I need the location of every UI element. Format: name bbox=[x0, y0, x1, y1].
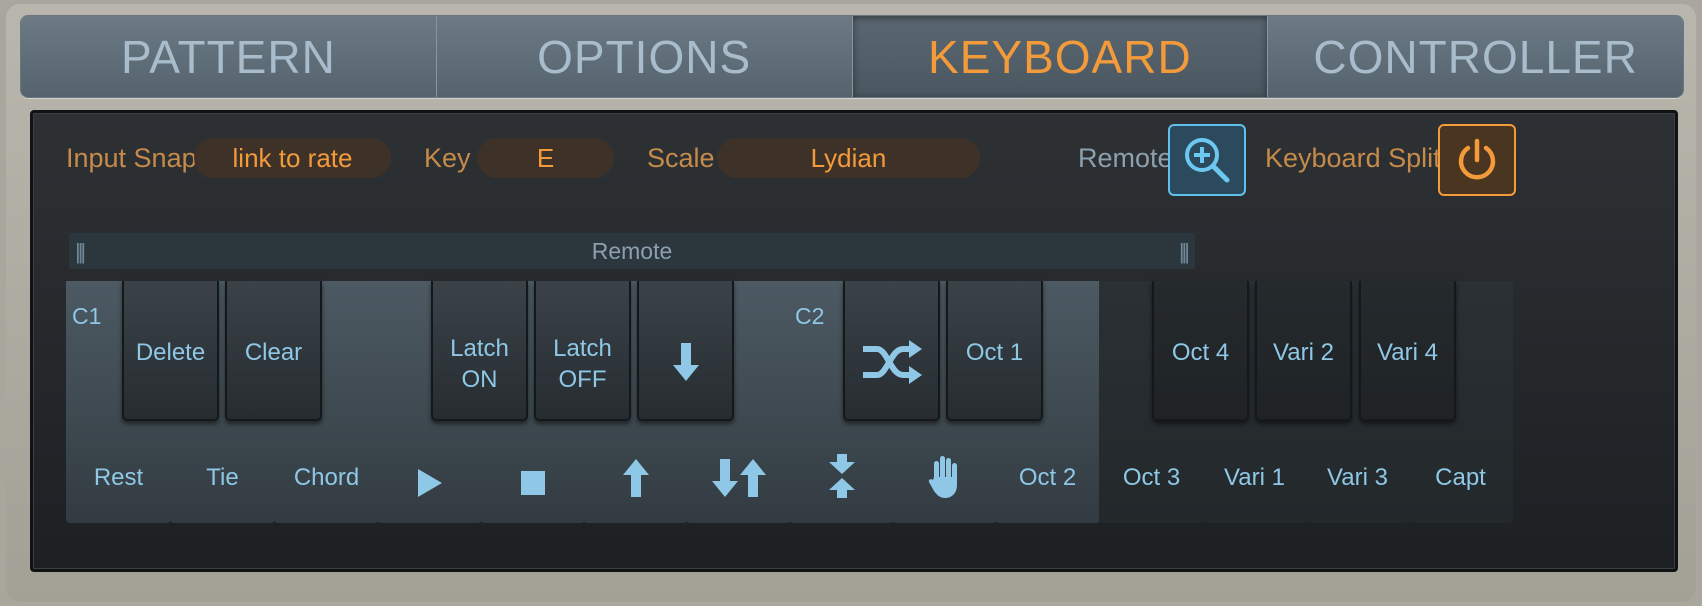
key-label: Oct 1 bbox=[965, 339, 1024, 366]
key-label: Vari 2 bbox=[1273, 339, 1334, 366]
key-label-line2: ON bbox=[461, 366, 498, 393]
key-label: Capt bbox=[1435, 464, 1486, 491]
keyboard-split-button[interactable] bbox=[1438, 124, 1516, 196]
arrow-down-icon bbox=[672, 343, 699, 381]
right-drag-handle[interactable]: ||| bbox=[1179, 239, 1190, 265]
note-label-c1: C1 bbox=[72, 303, 102, 329]
key-label-line2: OFF bbox=[558, 366, 607, 393]
key-label: Oct 4 bbox=[1171, 339, 1230, 366]
remote-zoom-button[interactable] bbox=[1168, 124, 1246, 196]
keyboard-split-label: Keyboard Split bbox=[1265, 143, 1441, 173]
hand-icon bbox=[928, 456, 957, 498]
key-label: Rest bbox=[93, 464, 144, 491]
key-label: Chord bbox=[293, 464, 360, 491]
tab-controller[interactable]: CONTROLLER bbox=[1268, 16, 1683, 97]
key-latch-off[interactable]: Latch OFF bbox=[534, 281, 631, 421]
key-vari-4[interactable]: Vari 4 bbox=[1359, 281, 1456, 421]
key-label-line1: Latch bbox=[553, 335, 612, 362]
remote-range-bar[interactable]: ||| Remote ||| bbox=[69, 233, 1195, 269]
shuffle-icon bbox=[862, 340, 922, 384]
key-label: Vari 3 bbox=[1327, 464, 1388, 491]
key-label: Clear bbox=[244, 339, 303, 366]
arrows-down-up-icon bbox=[711, 459, 766, 497]
tab-bar: PATTERN OPTIONS KEYBOARD CONTROLLER bbox=[20, 15, 1684, 98]
key-oct-4[interactable]: Oct 4 bbox=[1152, 281, 1249, 421]
key-latch-on[interactable]: Latch ON bbox=[431, 281, 528, 421]
key-oct-1[interactable]: Oct 1 bbox=[946, 281, 1043, 421]
key-label: Vari 4 bbox=[1377, 339, 1438, 366]
tab-keyboard[interactable]: KEYBOARD bbox=[852, 16, 1269, 97]
key-label: Oct 3 bbox=[1122, 464, 1181, 491]
remote-label: Remote bbox=[1078, 143, 1173, 173]
key-label: Delete bbox=[135, 339, 206, 366]
input-snap-select[interactable]: link to rate bbox=[194, 138, 391, 178]
scale-label: Scale bbox=[647, 143, 715, 173]
key-clear[interactable]: Clear bbox=[225, 281, 322, 421]
remote-bar-label: Remote bbox=[591, 237, 673, 264]
arrows-converge-icon bbox=[828, 454, 855, 498]
key-label: Key bbox=[424, 143, 471, 173]
key-arrow-down[interactable] bbox=[637, 281, 734, 421]
key-select[interactable]: E bbox=[477, 138, 614, 178]
keyboard-panel: Input Snap link to rate Key E Scale Lydi… bbox=[30, 110, 1678, 572]
play-icon bbox=[417, 469, 442, 497]
key-label: Oct 2 bbox=[1018, 464, 1077, 491]
zoom-in-icon bbox=[1185, 138, 1230, 183]
note-label-c2: C2 bbox=[795, 303, 825, 329]
key-label-line1: Latch bbox=[450, 335, 509, 362]
key-shuffle[interactable] bbox=[843, 281, 940, 421]
key-delete[interactable]: Delete bbox=[122, 281, 219, 421]
key-vari-2[interactable]: Vari 2 bbox=[1255, 281, 1352, 421]
key-label: Vari 1 bbox=[1224, 464, 1285, 491]
scale-select[interactable]: Lydian bbox=[717, 138, 980, 178]
tab-pattern[interactable]: PATTERN bbox=[21, 16, 437, 97]
power-icon bbox=[1458, 138, 1496, 180]
arrow-up-icon bbox=[622, 459, 649, 497]
left-drag-handle[interactable]: ||| bbox=[75, 239, 86, 265]
stop-icon bbox=[520, 471, 545, 495]
input-snap-label: Input Snap bbox=[66, 143, 197, 173]
key-label: Tie bbox=[206, 464, 239, 491]
tab-options[interactable]: OPTIONS bbox=[436, 16, 853, 97]
